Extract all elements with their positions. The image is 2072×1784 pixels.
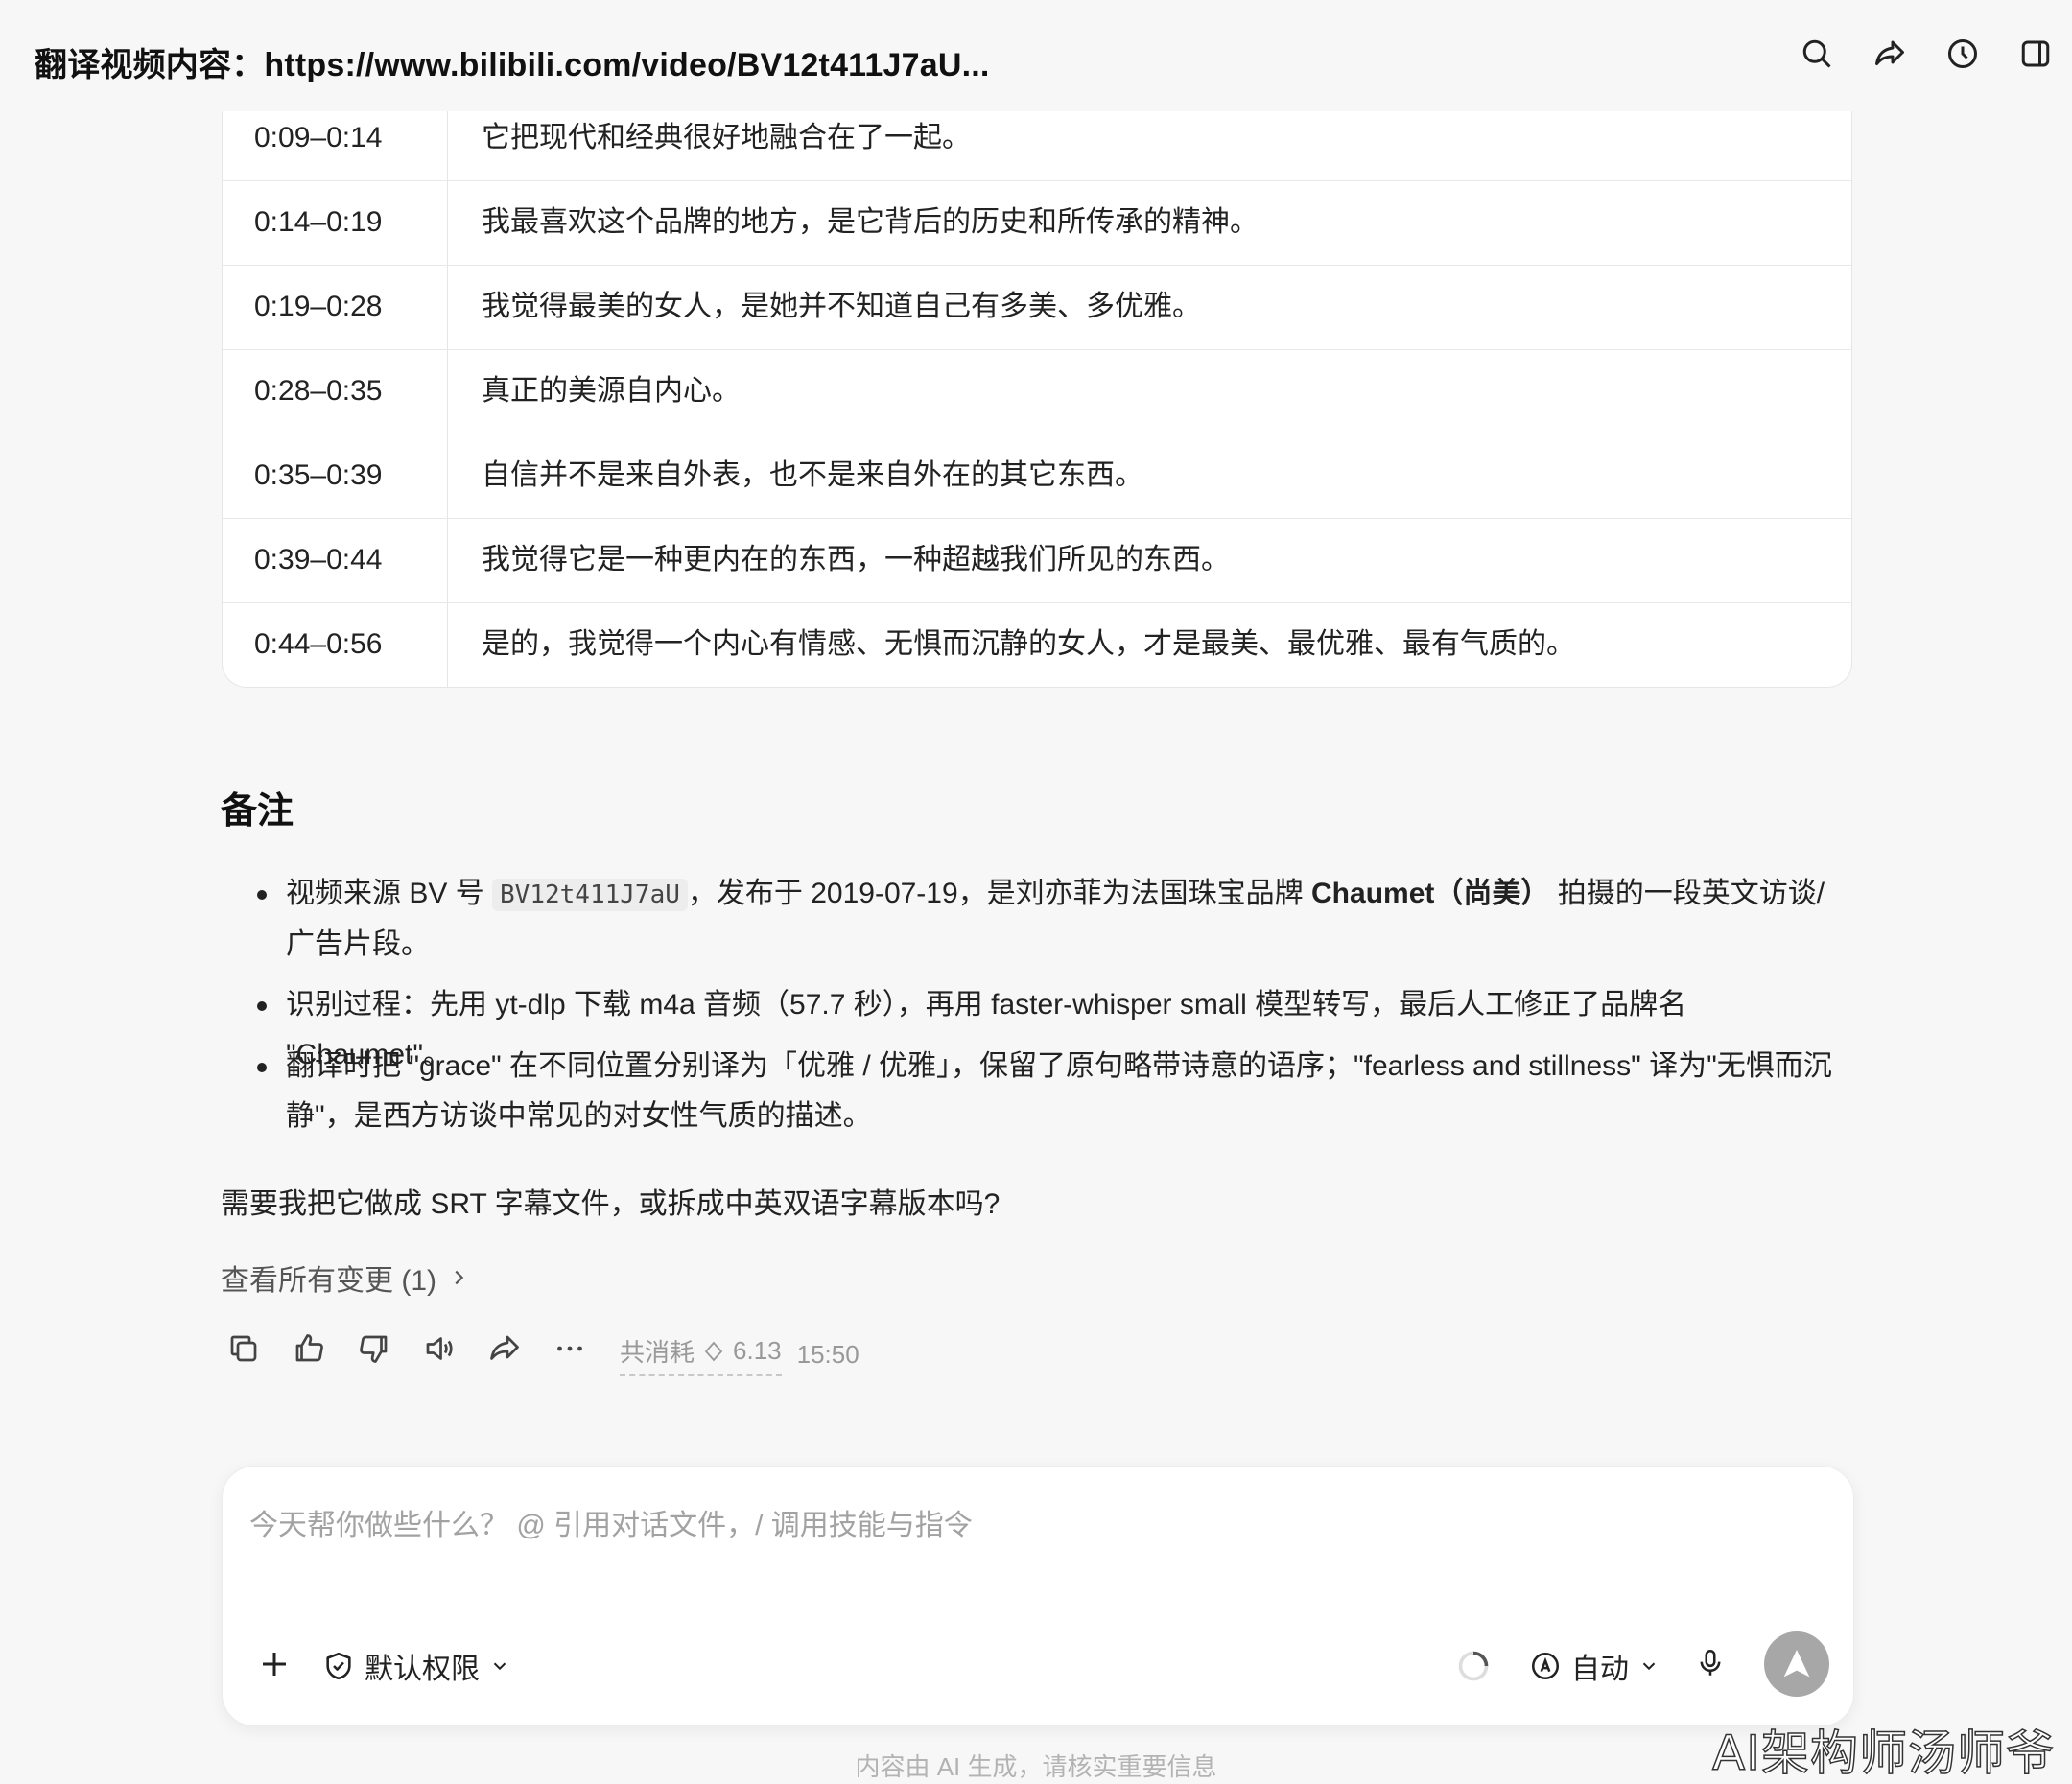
table-row: 0:28–0:35 真正的美源自内心。 bbox=[223, 349, 1851, 434]
add-button[interactable] bbox=[257, 1647, 292, 1681]
list-item: 视频来源 BV 号 BV12t411J7aU ，发布于 2019-07-19，是刘… bbox=[257, 869, 1840, 970]
translation-table: 0:09–0:14 它把现代和经典很好地融合在了一起。 0:14–0:19 我最… bbox=[222, 96, 1852, 688]
text-cell: 是的，我觉得一个内心有情感、无惧而沉静的女人，才是最美、最优雅、最有气质的。 bbox=[482, 628, 1575, 660]
history-icon[interactable] bbox=[1945, 36, 1980, 71]
view-changes-label: 查看所有变更 (1) bbox=[221, 1265, 436, 1297]
send-arrow-icon bbox=[1783, 1650, 1810, 1678]
time-cell: 0:44–0:56 bbox=[254, 628, 383, 660]
more-icon[interactable] bbox=[553, 1331, 587, 1371]
chevron-right-icon bbox=[455, 1270, 464, 1285]
diamond-icon bbox=[704, 1341, 723, 1361]
thumbs-up-icon[interactable] bbox=[292, 1331, 326, 1371]
time-cell: 0:39–0:44 bbox=[254, 544, 383, 575]
time-cell: 0:35–0:39 bbox=[254, 459, 383, 491]
text-cell: 自信并不是来自外表，也不是来自外在的其它东西。 bbox=[482, 459, 1143, 491]
permission-label: 默认权限 bbox=[365, 1654, 480, 1685]
text-cell: 我觉得它是一种更内在的东西，一种超越我们所见的东西。 bbox=[482, 544, 1230, 575]
text-cell: 我最喜欢这个品牌的地方，是它背后的历史和所传承的精神。 bbox=[482, 206, 1259, 238]
message-actions bbox=[226, 1331, 587, 1371]
copy-icon[interactable] bbox=[226, 1331, 261, 1371]
watermark: AI架构师汤师爷 bbox=[1711, 1725, 2055, 1782]
read-aloud-icon[interactable] bbox=[422, 1331, 457, 1371]
time-cell: 0:28–0:35 bbox=[254, 375, 383, 407]
share-icon[interactable] bbox=[487, 1331, 522, 1371]
mode-label: 自动 bbox=[1571, 1654, 1629, 1685]
panel-icon[interactable] bbox=[2018, 36, 2053, 71]
cost-label: 共消耗 bbox=[620, 1338, 695, 1367]
time-cell: 0:19–0:28 bbox=[254, 291, 383, 322]
cost-info[interactable]: 共消耗 6.13 bbox=[620, 1333, 782, 1376]
share-icon[interactable] bbox=[1872, 36, 1907, 71]
spinner-icon bbox=[1458, 1651, 1489, 1681]
permission-dropdown[interactable]: 默认权限 bbox=[322, 1645, 510, 1687]
brand-name: Chaumet（尚美） bbox=[1311, 878, 1550, 909]
shield-check-icon bbox=[326, 1652, 351, 1680]
auto-mode-icon bbox=[1531, 1652, 1560, 1680]
time-cell: 0:14–0:19 bbox=[254, 206, 383, 238]
bv-code: BV12t411J7aU bbox=[492, 879, 688, 911]
table-row: 0:19–0:28 我觉得最美的女人，是她并不知道自己有多美、多优雅。 bbox=[223, 265, 1851, 350]
thumbs-down-icon[interactable] bbox=[357, 1331, 391, 1371]
loading-spinner bbox=[1456, 1649, 1491, 1683]
chevron-down-icon bbox=[1642, 1662, 1656, 1671]
usage-meta: 共消耗 6.13 15:50 bbox=[620, 1333, 859, 1376]
table-row: 0:35–0:39 自信并不是来自外表，也不是来自外在的其它东西。 bbox=[223, 434, 1851, 519]
message-time: 15:50 bbox=[796, 1340, 859, 1369]
view-changes-link[interactable]: 查看所有变更 (1) bbox=[221, 1256, 469, 1299]
chevron-down-icon bbox=[493, 1662, 506, 1671]
search-icon[interactable] bbox=[1800, 36, 1834, 71]
note-text: 翻译时把 "grace" 在不同位置分别译为「优雅 / 优雅」，保留了原句略带诗… bbox=[286, 1050, 1832, 1132]
voice-input-button[interactable] bbox=[1694, 1647, 1727, 1679]
text-cell: 真正的美源自内心。 bbox=[482, 375, 741, 407]
mode-dropdown[interactable]: 自动 bbox=[1529, 1645, 1660, 1687]
follow-up-question: 需要我把它做成 SRT 字幕文件，或拆成中英双语字幕版本吗? bbox=[221, 1188, 1001, 1220]
top-bar: 翻译视频内容：https://www.bilibili.com/video/BV… bbox=[0, 0, 2072, 111]
page-title: 翻译视频内容：https://www.bilibili.com/video/BV… bbox=[35, 47, 990, 83]
microphone-icon bbox=[1700, 1649, 1721, 1676]
prompt-input[interactable]: 今天帮你做些什么？ @ 引用对话文件，/ 调用技能与指令 bbox=[249, 1501, 973, 1543]
cost-value: 6.13 bbox=[733, 1336, 782, 1365]
composer[interactable]: 今天帮你做些什么？ @ 引用对话文件，/ 调用技能与指令 默认权限 自动 bbox=[222, 1466, 1854, 1726]
text-cell: 我觉得最美的女人，是她并不知道自己有多美、多优雅。 bbox=[482, 291, 1201, 322]
table-row: 0:44–0:56 是的，我觉得一个内心有情感、无惧而沉静的女人，才是最美、最优… bbox=[223, 602, 1851, 687]
note-text: ，发布于 2019-07-19，是刘亦菲为法国珠宝品牌 bbox=[687, 878, 1312, 909]
notes-heading: 备注 bbox=[221, 791, 294, 832]
send-button[interactable] bbox=[1764, 1631, 1829, 1697]
plus-icon bbox=[263, 1653, 286, 1676]
table-row: 0:14–0:19 我最喜欢这个品牌的地方，是它背后的历史和所传承的精神。 bbox=[223, 180, 1851, 266]
list-item: 翻译时把 "grace" 在不同位置分别译为「优雅 / 优雅」，保留了原句略带诗… bbox=[257, 1042, 1840, 1141]
note-text: 视频来源 BV 号 bbox=[286, 878, 493, 909]
table-row: 0:39–0:44 我觉得它是一种更内在的东西，一种超越我们所见的东西。 bbox=[223, 518, 1851, 603]
